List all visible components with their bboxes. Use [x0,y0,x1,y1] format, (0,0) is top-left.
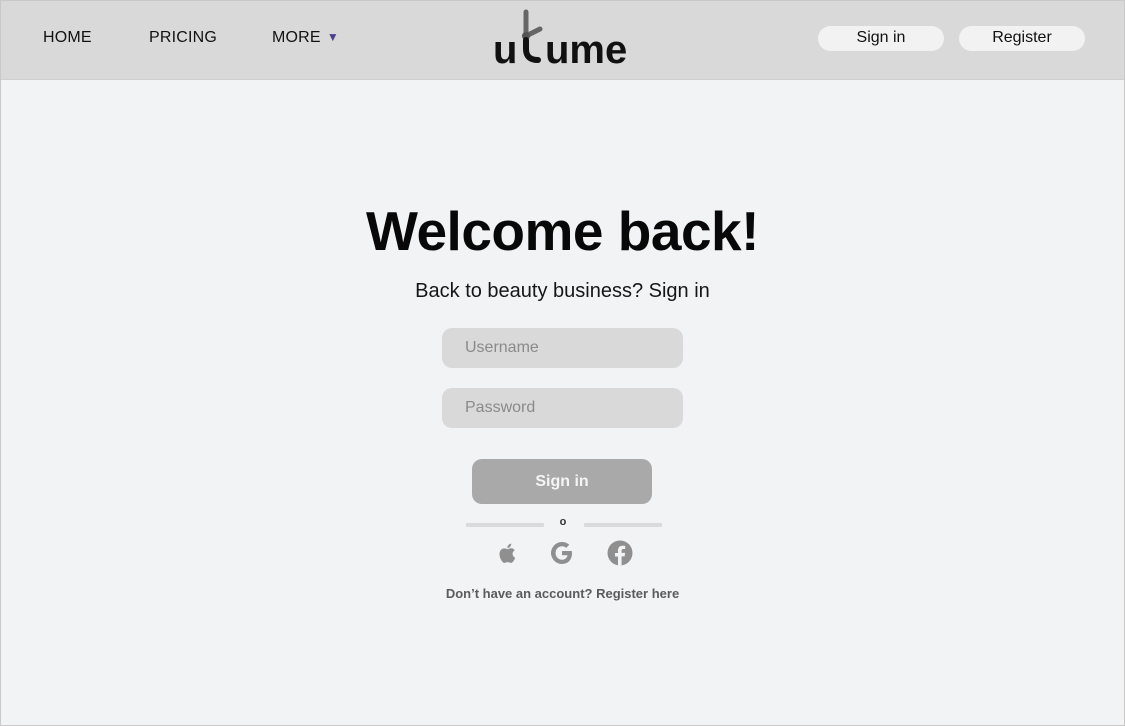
google-icon[interactable] [548,539,576,567]
nav-home-link[interactable]: HOME [43,29,92,47]
page-frame: HOME PRICING MORE ▼ u ume Sign in Registe… [0,0,1125,726]
nav-more-dropdown[interactable]: MORE ▼ [272,29,339,47]
nav-pricing-link[interactable]: PRICING [149,29,217,47]
nav-more-label: MORE [272,29,321,46]
header-signin-button[interactable]: Sign in [818,26,944,51]
register-prompt-text: Don’t have an account? [445,586,597,601]
nav-pricing-label: PRICING [149,29,218,46]
logo[interactable]: u ume [493,9,638,69]
logo-clock-hand-icon [522,9,543,40]
signin-button[interactable]: Sign in [472,459,652,504]
password-input[interactable] [442,388,683,428]
username-input[interactable] [442,328,683,368]
register-prompt: Don’t have an account? Register here [1,586,1124,601]
facebook-icon[interactable] [606,539,634,567]
nav-home-label: HOME [43,29,92,46]
logo-letter-u: u [493,28,517,69]
caret-down-icon: ▼ [326,30,339,44]
logo-letter-l [523,37,541,63]
header-register-button[interactable]: Register [959,26,1085,51]
divider-line-right [584,523,662,527]
register-here-link[interactable]: Register here [596,586,679,601]
header-register-label: Register [992,29,1052,46]
signin-button-label: Sign in [535,473,589,490]
top-navbar: HOME PRICING MORE ▼ u ume Sign in Registe… [1,1,1124,80]
apple-icon[interactable] [493,539,521,567]
divider-text: o [559,516,567,528]
page-title: Welcome back! [366,200,759,262]
divider-line-left [466,523,544,527]
logo-brand-text: ume [545,28,627,69]
header-signin-label: Sign in [856,29,906,46]
page-subtitle: Back to beauty business? Sign in [415,280,710,302]
